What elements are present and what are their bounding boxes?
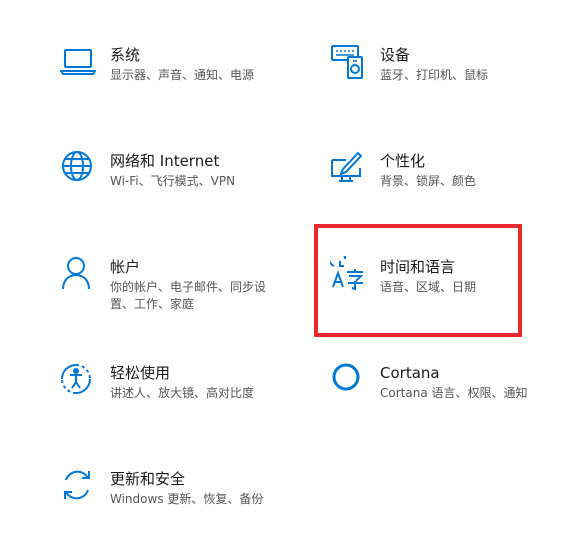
laptop-icon bbox=[60, 44, 96, 80]
tile-ease-of-access[interactable]: 轻松使用 讲述人、放大镜、高对比度 bbox=[60, 362, 320, 452]
tile-accounts[interactable]: 帐户 你的帐户、电子邮件、同步设置、工作、家庭 bbox=[60, 256, 320, 346]
tile-cortana-title: Cortana bbox=[380, 364, 440, 382]
ease-of-access-icon bbox=[60, 362, 96, 398]
globe-icon bbox=[60, 150, 96, 186]
tile-update-security-desc: Windows 更新、恢复、备份 bbox=[110, 492, 264, 506]
tile-system[interactable]: 系统 显示器、声音、通知、电源 bbox=[60, 44, 320, 134]
tile-network-title: 网络和 Internet bbox=[110, 152, 220, 170]
tile-personalization-title: 个性化 bbox=[380, 152, 426, 170]
tile-devices[interactable]: 设备 蓝牙、打印机、鼠标 bbox=[330, 44, 564, 134]
devices-icon bbox=[330, 44, 366, 80]
tile-ease-of-access-desc: 讲述人、放大镜、高对比度 bbox=[110, 386, 255, 400]
tile-accounts-title: 帐户 bbox=[110, 258, 141, 276]
tile-devices-desc: 蓝牙、打印机、鼠标 bbox=[380, 68, 489, 82]
tile-time-language[interactable]: 时间和语言 语音、区域、日期 bbox=[330, 256, 564, 346]
tile-personalization-desc: 背景、锁屏、颜色 bbox=[380, 174, 477, 188]
tile-cortana[interactable]: Cortana Cortana 语言、权限、通知 bbox=[330, 362, 564, 452]
person-icon bbox=[60, 256, 96, 292]
tile-cortana-desc: Cortana 语言、权限、通知 bbox=[380, 386, 528, 400]
tile-network[interactable]: 网络和 Internet Wi-Fi、飞行模式、VPN bbox=[60, 150, 320, 240]
tile-system-title: 系统 bbox=[110, 46, 141, 64]
tile-time-language-desc: 语音、区域、日期 bbox=[380, 280, 477, 294]
update-icon bbox=[60, 468, 96, 504]
time-language-icon bbox=[330, 256, 366, 292]
tile-update-security[interactable]: 更新和安全 Windows 更新、恢复、备份 bbox=[60, 468, 320, 558]
cortana-icon bbox=[330, 362, 366, 398]
tile-update-security-title: 更新和安全 bbox=[110, 470, 186, 488]
tile-time-language-title: 时间和语言 bbox=[380, 258, 456, 276]
tile-accounts-desc: 你的帐户、电子邮件、同步设置、工作、家庭 bbox=[110, 280, 267, 311]
tile-network-desc: Wi-Fi、飞行模式、VPN bbox=[110, 174, 236, 188]
tile-devices-title: 设备 bbox=[380, 46, 411, 64]
tile-ease-of-access-title: 轻松使用 bbox=[110, 364, 171, 382]
personalization-icon bbox=[330, 150, 366, 186]
tile-system-desc: 显示器、声音、通知、电源 bbox=[110, 68, 255, 82]
tile-personalization[interactable]: 个性化 背景、锁屏、颜色 bbox=[330, 150, 564, 240]
